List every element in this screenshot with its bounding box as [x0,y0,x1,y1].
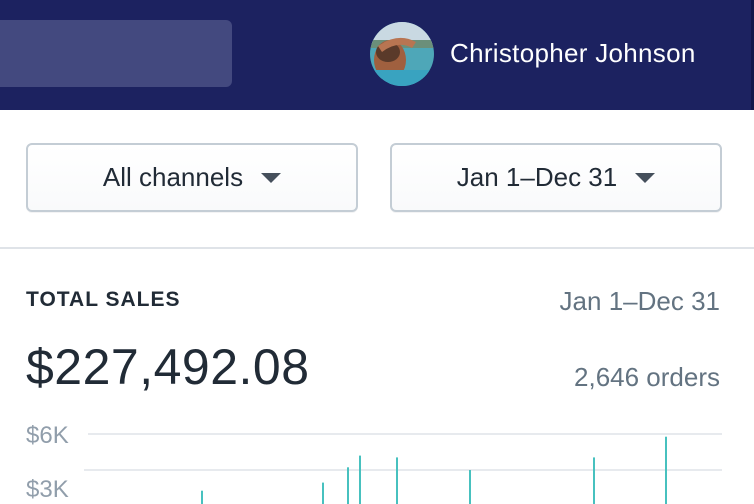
total-sales-amount: $227,492.08 [26,339,310,395]
caret-down-icon [261,172,282,183]
y-tick-label: $6K [26,422,69,449]
user-avatar[interactable] [370,22,434,86]
channel-select[interactable]: All channels [26,143,358,212]
channel-select-label: All channels [102,162,244,192]
date-range-select[interactable]: Jan 1–Dec 31 [390,143,722,212]
date-range-select-label: Jan 1–Dec 31 [456,162,618,192]
user-avatar-photo-icon [370,22,434,86]
sales-chart: $6K $3K [26,422,722,504]
caret-down-icon [635,172,656,183]
user-name[interactable]: Christopher Johnson [450,38,696,69]
y-tick-label: $3K [26,476,69,503]
total-sales-date-range: Jan 1–Dec 31 [559,286,720,316]
filter-bar: All channels Jan 1–Dec 31 [0,110,754,249]
search-bar[interactable] [0,20,232,87]
total-sales-title: TOTAL SALES [26,288,181,311]
orders-count: 2,646 orders [574,362,720,392]
top-bar: Christopher Johnson [0,0,754,110]
